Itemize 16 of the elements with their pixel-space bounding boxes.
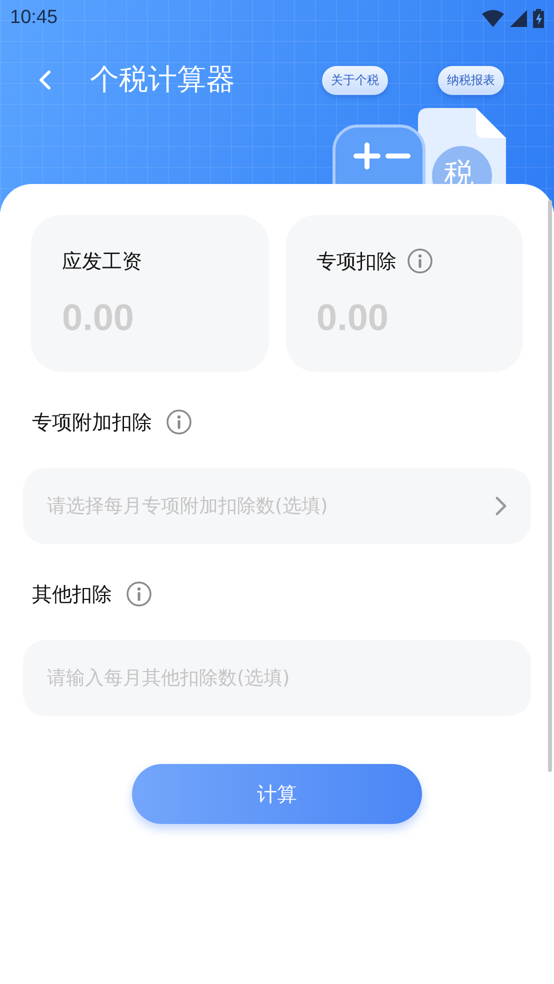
card-label: 专项扣除 [316,248,396,274]
info-icon[interactable] [166,409,192,435]
status-time: 10:45 [10,7,58,29]
field-label: 其他扣除 [32,580,112,608]
field-label: 专项附加扣除 [32,408,152,436]
chevron-right-icon [495,496,507,516]
battery-icon [533,8,544,28]
info-icon[interactable] [126,581,152,607]
info-icon[interactable] [406,248,432,274]
wifi-icon [482,10,504,26]
header-link-button[interactable]: 关于个税 [322,66,388,94]
calculate-button[interactable]: 计算 [132,764,422,824]
page-title: 个税计算器 [90,61,235,98]
card-label: 应发工资 [62,248,142,274]
signal-icon [510,10,527,26]
header-link-button[interactable]: 纳税报表 [438,66,504,94]
